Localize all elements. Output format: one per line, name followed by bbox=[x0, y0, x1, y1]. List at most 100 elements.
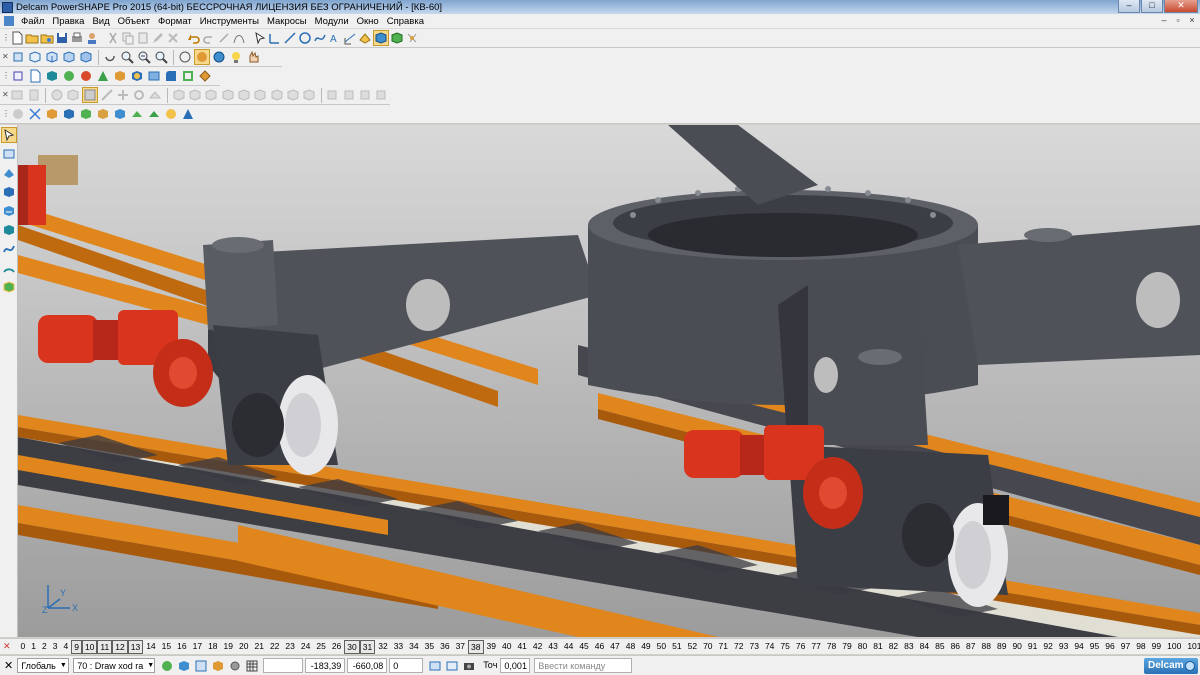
palette-feature-icon[interactable] bbox=[1, 203, 17, 219]
level-74[interactable]: 74 bbox=[762, 640, 777, 654]
level-96[interactable]: 96 bbox=[1102, 640, 1117, 654]
level-33[interactable]: 33 bbox=[391, 640, 406, 654]
copy-icon[interactable] bbox=[121, 30, 135, 46]
rotate-view-icon[interactable] bbox=[102, 49, 118, 65]
level-89[interactable]: 89 bbox=[994, 640, 1009, 654]
level-79[interactable]: 79 bbox=[839, 640, 854, 654]
menu-object[interactable]: Объект bbox=[114, 14, 154, 29]
level-83[interactable]: 83 bbox=[901, 640, 916, 654]
edit-icon[interactable] bbox=[151, 30, 165, 46]
level-76[interactable]: 76 bbox=[793, 640, 808, 654]
solid-icon[interactable] bbox=[373, 30, 389, 46]
level-37[interactable]: 37 bbox=[453, 640, 468, 654]
level-25[interactable]: 25 bbox=[313, 640, 328, 654]
level-11[interactable]: 11 bbox=[97, 639, 113, 654]
level-52[interactable]: 52 bbox=[685, 640, 700, 654]
level-26[interactable]: 26 bbox=[329, 640, 344, 654]
level-16[interactable]: 16 bbox=[174, 640, 189, 654]
snap-icon[interactable] bbox=[159, 658, 175, 674]
point-icon[interactable] bbox=[10, 68, 26, 84]
level-80[interactable]: 80 bbox=[855, 640, 870, 654]
blend-icon[interactable] bbox=[146, 68, 162, 84]
menu-macros[interactable]: Макросы bbox=[263, 14, 311, 29]
level-100[interactable]: 100 bbox=[1164, 640, 1184, 654]
level-22[interactable]: 22 bbox=[267, 640, 282, 654]
shade-2-icon[interactable] bbox=[27, 106, 43, 122]
level-72[interactable]: 72 bbox=[731, 640, 746, 654]
level-47[interactable]: 47 bbox=[607, 640, 622, 654]
spline-icon[interactable] bbox=[313, 30, 327, 46]
tool-disabled-3-icon[interactable] bbox=[49, 87, 64, 103]
level-36[interactable]: 36 bbox=[437, 640, 452, 654]
view-top-icon[interactable] bbox=[10, 49, 26, 65]
level-0[interactable]: 0 bbox=[18, 640, 29, 654]
level-10[interactable]: 10 bbox=[81, 639, 98, 654]
coords-relative-icon[interactable] bbox=[444, 658, 460, 674]
doc-restore-button[interactable]: ▫ bbox=[1172, 15, 1184, 27]
doc-minimize-button[interactable]: – bbox=[1158, 15, 1170, 27]
palette-workplane-icon[interactable] bbox=[1, 146, 17, 162]
level-17[interactable]: 17 bbox=[190, 640, 205, 654]
camera-icon[interactable] bbox=[461, 658, 477, 674]
shade-10-icon[interactable] bbox=[163, 106, 179, 122]
sheet-icon[interactable] bbox=[27, 68, 43, 84]
tool-disabled-6-icon[interactable] bbox=[115, 87, 130, 103]
menu-format[interactable]: Формат bbox=[154, 14, 196, 29]
sphere-icon[interactable] bbox=[61, 68, 77, 84]
shade-11-icon[interactable] bbox=[180, 106, 196, 122]
shade-7-icon[interactable] bbox=[112, 106, 128, 122]
tool-disabled-8-icon[interactable] bbox=[148, 87, 163, 103]
level-48[interactable]: 48 bbox=[623, 640, 638, 654]
zoom-fit-icon[interactable] bbox=[153, 49, 169, 65]
level-20[interactable]: 20 bbox=[236, 640, 251, 654]
3d-viewport[interactable]: Z X Y bbox=[18, 125, 1200, 637]
level-39[interactable]: 39 bbox=[484, 640, 499, 654]
component-icon[interactable] bbox=[197, 68, 213, 84]
toolbar-grip[interactable]: ⋮ bbox=[2, 107, 10, 121]
shade-8-icon[interactable] bbox=[129, 106, 145, 122]
redo-icon[interactable] bbox=[202, 30, 216, 46]
grid-icon[interactable] bbox=[244, 658, 260, 674]
level-24[interactable]: 24 bbox=[298, 640, 313, 654]
maximize-button[interactable]: □ bbox=[1141, 0, 1163, 13]
level-90[interactable]: 90 bbox=[1009, 640, 1024, 654]
workplane-icon[interactable] bbox=[268, 30, 282, 46]
paste-icon[interactable] bbox=[136, 30, 150, 46]
menu-file[interactable]: Файл bbox=[17, 14, 48, 29]
level-32[interactable]: 32 bbox=[375, 640, 390, 654]
toolbar-close-icon[interactable]: ✕ bbox=[2, 88, 10, 102]
shaded-wire-icon[interactable] bbox=[211, 49, 227, 65]
open-model-icon[interactable] bbox=[40, 30, 54, 46]
settings-icon[interactable] bbox=[227, 658, 243, 674]
view-iso3-icon[interactable] bbox=[78, 49, 94, 65]
level-46[interactable]: 46 bbox=[592, 640, 607, 654]
tool-disabled-17-icon[interactable] bbox=[302, 87, 317, 103]
level-35[interactable]: 35 bbox=[422, 640, 437, 654]
tool-active-icon[interactable] bbox=[81, 87, 98, 103]
toolbar-grip[interactable]: ⋮ bbox=[2, 31, 10, 45]
level-combo[interactable]: 70 : Draw xod ra ▼ bbox=[73, 658, 156, 673]
level-92[interactable]: 92 bbox=[1040, 640, 1055, 654]
save-icon[interactable] bbox=[55, 30, 69, 46]
tool-disabled-16-icon[interactable] bbox=[285, 87, 300, 103]
cone-icon[interactable] bbox=[95, 68, 111, 84]
tool-disabled-20-icon[interactable] bbox=[357, 87, 372, 103]
level-51[interactable]: 51 bbox=[669, 640, 684, 654]
open-folder-icon[interactable] bbox=[25, 30, 39, 46]
level-78[interactable]: 78 bbox=[824, 640, 839, 654]
coords-absolute-icon[interactable] bbox=[427, 658, 443, 674]
levels-close-icon[interactable]: ✕ bbox=[3, 641, 11, 653]
palette-select-icon[interactable] bbox=[1, 127, 17, 143]
wireframe-icon[interactable] bbox=[177, 49, 193, 65]
level-77[interactable]: 77 bbox=[808, 640, 823, 654]
tool-disabled-12-icon[interactable] bbox=[220, 87, 235, 103]
palette-mesh-icon[interactable] bbox=[1, 222, 17, 238]
level-94[interactable]: 94 bbox=[1071, 640, 1086, 654]
level-91[interactable]: 91 bbox=[1025, 640, 1040, 654]
fillet-icon[interactable] bbox=[163, 68, 179, 84]
level-34[interactable]: 34 bbox=[406, 640, 421, 654]
print-icon[interactable] bbox=[70, 30, 84, 46]
level-75[interactable]: 75 bbox=[777, 640, 792, 654]
surface-icon[interactable] bbox=[358, 30, 372, 46]
view-iso2-icon[interactable] bbox=[61, 49, 77, 65]
